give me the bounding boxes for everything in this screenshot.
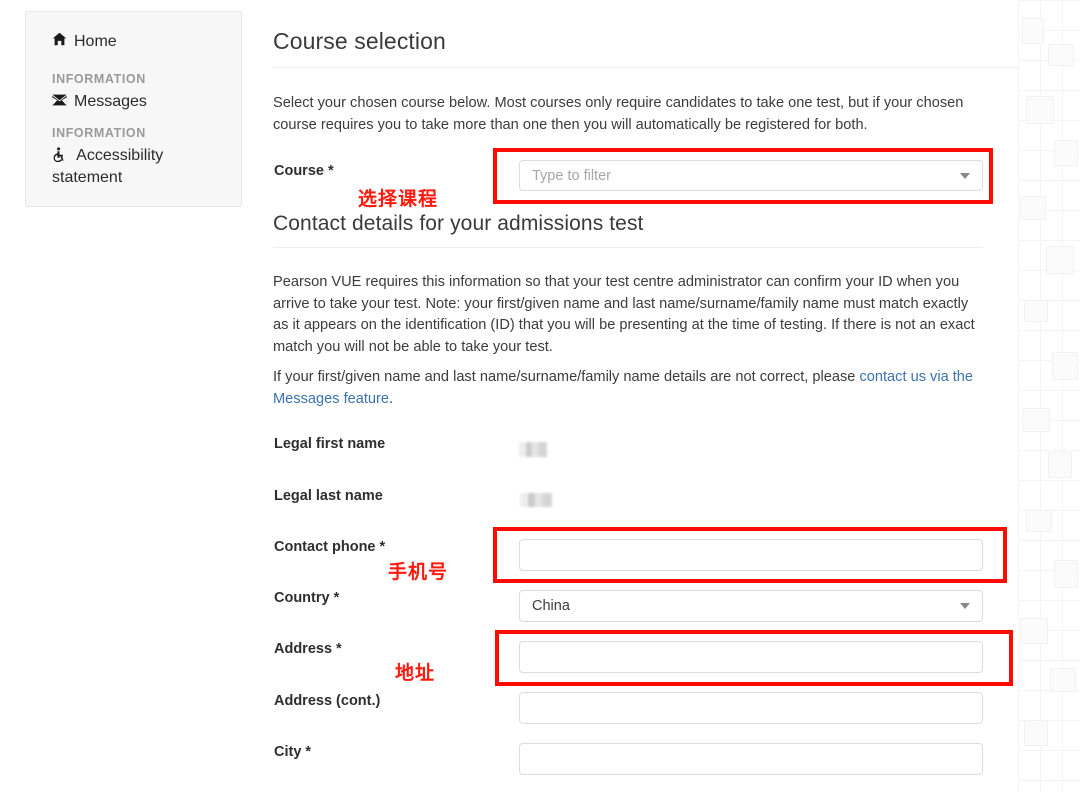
wheelchair-icon bbox=[52, 147, 70, 164]
chevron-down-icon bbox=[960, 603, 970, 609]
sidebar-item-home[interactable]: Home bbox=[26, 28, 241, 56]
home-icon bbox=[52, 31, 67, 53]
sidebar-item-accessibility-statement[interactable]: Accessibility statement bbox=[26, 142, 241, 192]
sidebar-group-heading-2: INFORMATION bbox=[26, 116, 241, 142]
contact-phone-label: Contact phone * bbox=[274, 539, 385, 555]
course-label: Course * bbox=[274, 163, 334, 179]
contact-phone-annotation: 手机号 bbox=[388, 557, 448, 584]
course-select-value: Type to filter bbox=[532, 168, 960, 184]
address-annotation: 地址 bbox=[395, 658, 435, 685]
contact-paragraph-1: Pearson VUE requires this information so… bbox=[273, 272, 983, 358]
contact-paragraph-2-before: If your first/given name and last name/s… bbox=[273, 369, 859, 385]
legal-first-name-value-redacted bbox=[519, 442, 547, 457]
contact-section-title: Contact details for your admissions test bbox=[273, 212, 983, 248]
contact-phone-input[interactable] bbox=[519, 539, 983, 571]
sidebar: Home INFORMATION Messages INFORMATION Ac… bbox=[25, 11, 242, 207]
legal-last-name-value-redacted bbox=[520, 493, 552, 507]
country-label: Country * bbox=[274, 590, 339, 606]
sidebar-item-messages[interactable]: Messages bbox=[26, 88, 241, 116]
contact-paragraph-2: If your first/given name and last name/s… bbox=[273, 367, 981, 410]
legal-first-name-label: Legal first name bbox=[274, 436, 385, 452]
address-cont-input[interactable] bbox=[519, 692, 983, 724]
country-select-value: China bbox=[532, 598, 960, 614]
address-label: Address * bbox=[274, 641, 342, 657]
city-label: City * bbox=[274, 744, 311, 760]
address-input[interactable] bbox=[519, 641, 983, 673]
address-cont-label: Address (cont.) bbox=[274, 693, 380, 709]
chevron-down-icon bbox=[960, 173, 970, 179]
contact-paragraph-2-after: . bbox=[389, 391, 393, 407]
course-annotation: 选择课程 bbox=[358, 184, 438, 211]
legal-last-name-label: Legal last name bbox=[274, 488, 383, 504]
course-select[interactable]: Type to filter bbox=[519, 160, 983, 191]
country-select[interactable]: China bbox=[519, 590, 983, 622]
envelope-icon bbox=[52, 91, 67, 113]
city-input[interactable] bbox=[519, 743, 983, 775]
intro-paragraph: Select your chosen course below. Most co… bbox=[273, 93, 983, 136]
sidebar-item-label-messages: Messages bbox=[74, 91, 147, 113]
background-pattern bbox=[1018, 0, 1080, 792]
main-content: Course selection Select your chosen cour… bbox=[273, 0, 1018, 68]
page-title: Course selection bbox=[273, 28, 1018, 68]
sidebar-group-heading-1: INFORMATION bbox=[26, 56, 241, 88]
sidebar-item-label-home: Home bbox=[74, 31, 117, 53]
